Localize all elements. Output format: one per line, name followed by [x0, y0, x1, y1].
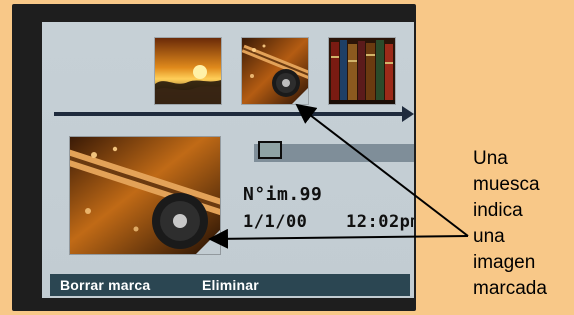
image-time: 12:02pm	[346, 212, 414, 232]
thumbnail-timeline-bar	[54, 112, 404, 116]
thumbnail-sunset-beach[interactable]	[155, 38, 221, 104]
callout-label: Una muesca indica una imagen marcada	[473, 148, 547, 299]
marked-notch	[291, 87, 308, 104]
camera-lcd-screen: N°im.99 1/1/00 12:02pm Borrar marca Elim…	[42, 22, 414, 298]
frame-icon	[258, 141, 282, 159]
bookshelf-image	[329, 38, 395, 104]
preview-image[interactable]	[70, 137, 220, 254]
delete-button[interactable]: Eliminar	[202, 276, 259, 294]
page: N°im.99 1/1/00 12:02pm Borrar marca Elim…	[0, 0, 574, 315]
marked-notch-preview	[195, 229, 220, 254]
clear-mark-button[interactable]: Borrar marca	[60, 276, 150, 294]
thumbnail-bookshelf[interactable]	[329, 38, 395, 104]
sunset-beach-image	[155, 38, 221, 104]
camera-lcd-bezel: N°im.99 1/1/00 12:02pm Borrar marca Elim…	[12, 4, 416, 311]
next-arrow-icon[interactable]	[402, 106, 414, 122]
image-number: N°im.99	[243, 184, 323, 205]
soft-key-menu-bar: Borrar marca Eliminar	[50, 274, 410, 296]
image-date: 1/1/00	[243, 212, 308, 232]
thumbnail-fishing-reel[interactable]	[242, 38, 308, 104]
